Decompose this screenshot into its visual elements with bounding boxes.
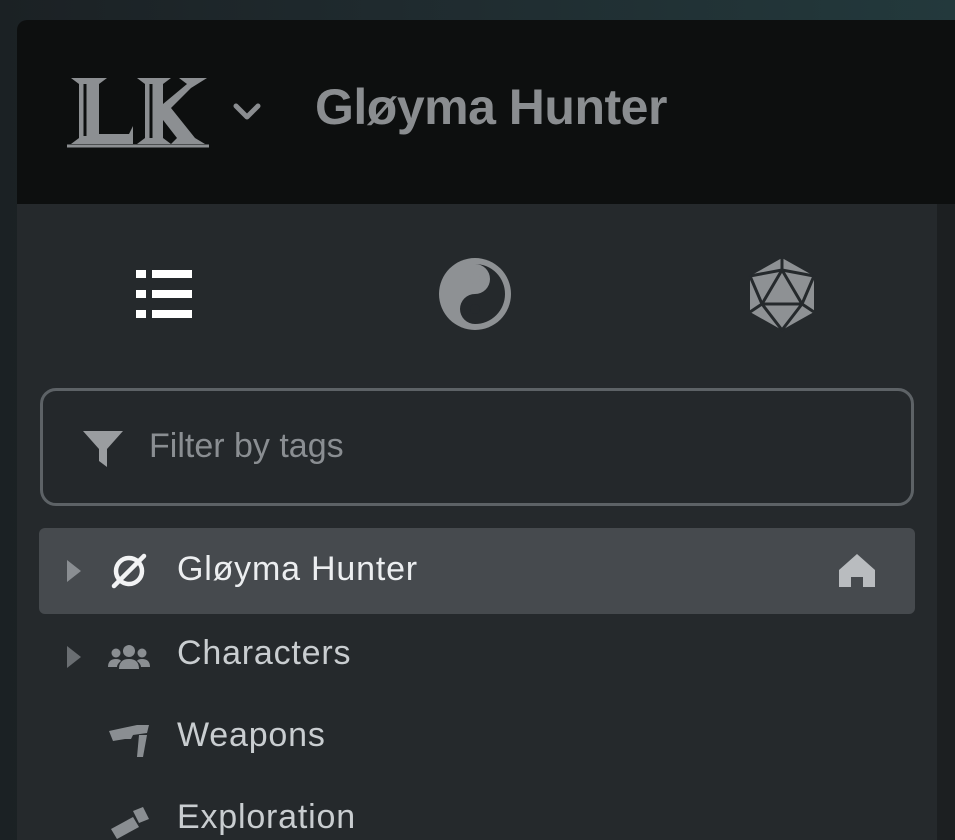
entity-tree: Gløyma Hunter Characters Weapons Explora… [39, 528, 915, 840]
tree-item-label: Weapons [177, 716, 326, 754]
tree-item-gloyma-hunter[interactable]: Gløyma Hunter [39, 528, 915, 614]
list-icon[interactable] [130, 256, 206, 332]
page-title: Gløyma Hunter [315, 79, 667, 135]
top-bar: LK Gløyma Hunter [17, 20, 955, 204]
caret-right-icon[interactable] [65, 558, 83, 584]
null-set-icon [111, 553, 147, 589]
sidebar: Gløyma Hunter Characters [17, 204, 937, 840]
tree-item-label: Exploration [177, 798, 356, 836]
tree-item-exploration[interactable]: Exploration [39, 778, 915, 840]
users-icon [108, 645, 150, 669]
home-icon[interactable] [837, 551, 877, 591]
d20-dice-icon[interactable] [744, 256, 820, 332]
tree-item-characters[interactable]: Characters [39, 614, 915, 696]
exploration-icon [111, 807, 149, 839]
content-gutter [937, 204, 955, 840]
lk-logo[interactable]: LK [67, 74, 209, 148]
filter-icon [83, 431, 123, 467]
tree-item-label: Gløyma Hunter [177, 550, 418, 588]
tag-filter-box [40, 388, 914, 506]
app-window: LK Gløyma Hunter [17, 20, 955, 840]
tag-filter-input[interactable] [147, 417, 851, 475]
tree-item-weapons[interactable]: Weapons [39, 696, 915, 778]
tree-item-label: Characters [177, 634, 352, 672]
gun-icon [109, 725, 149, 757]
yin-yang-icon[interactable] [437, 256, 513, 332]
chevron-down-icon[interactable] [231, 96, 263, 128]
caret-right-icon[interactable] [65, 644, 83, 670]
